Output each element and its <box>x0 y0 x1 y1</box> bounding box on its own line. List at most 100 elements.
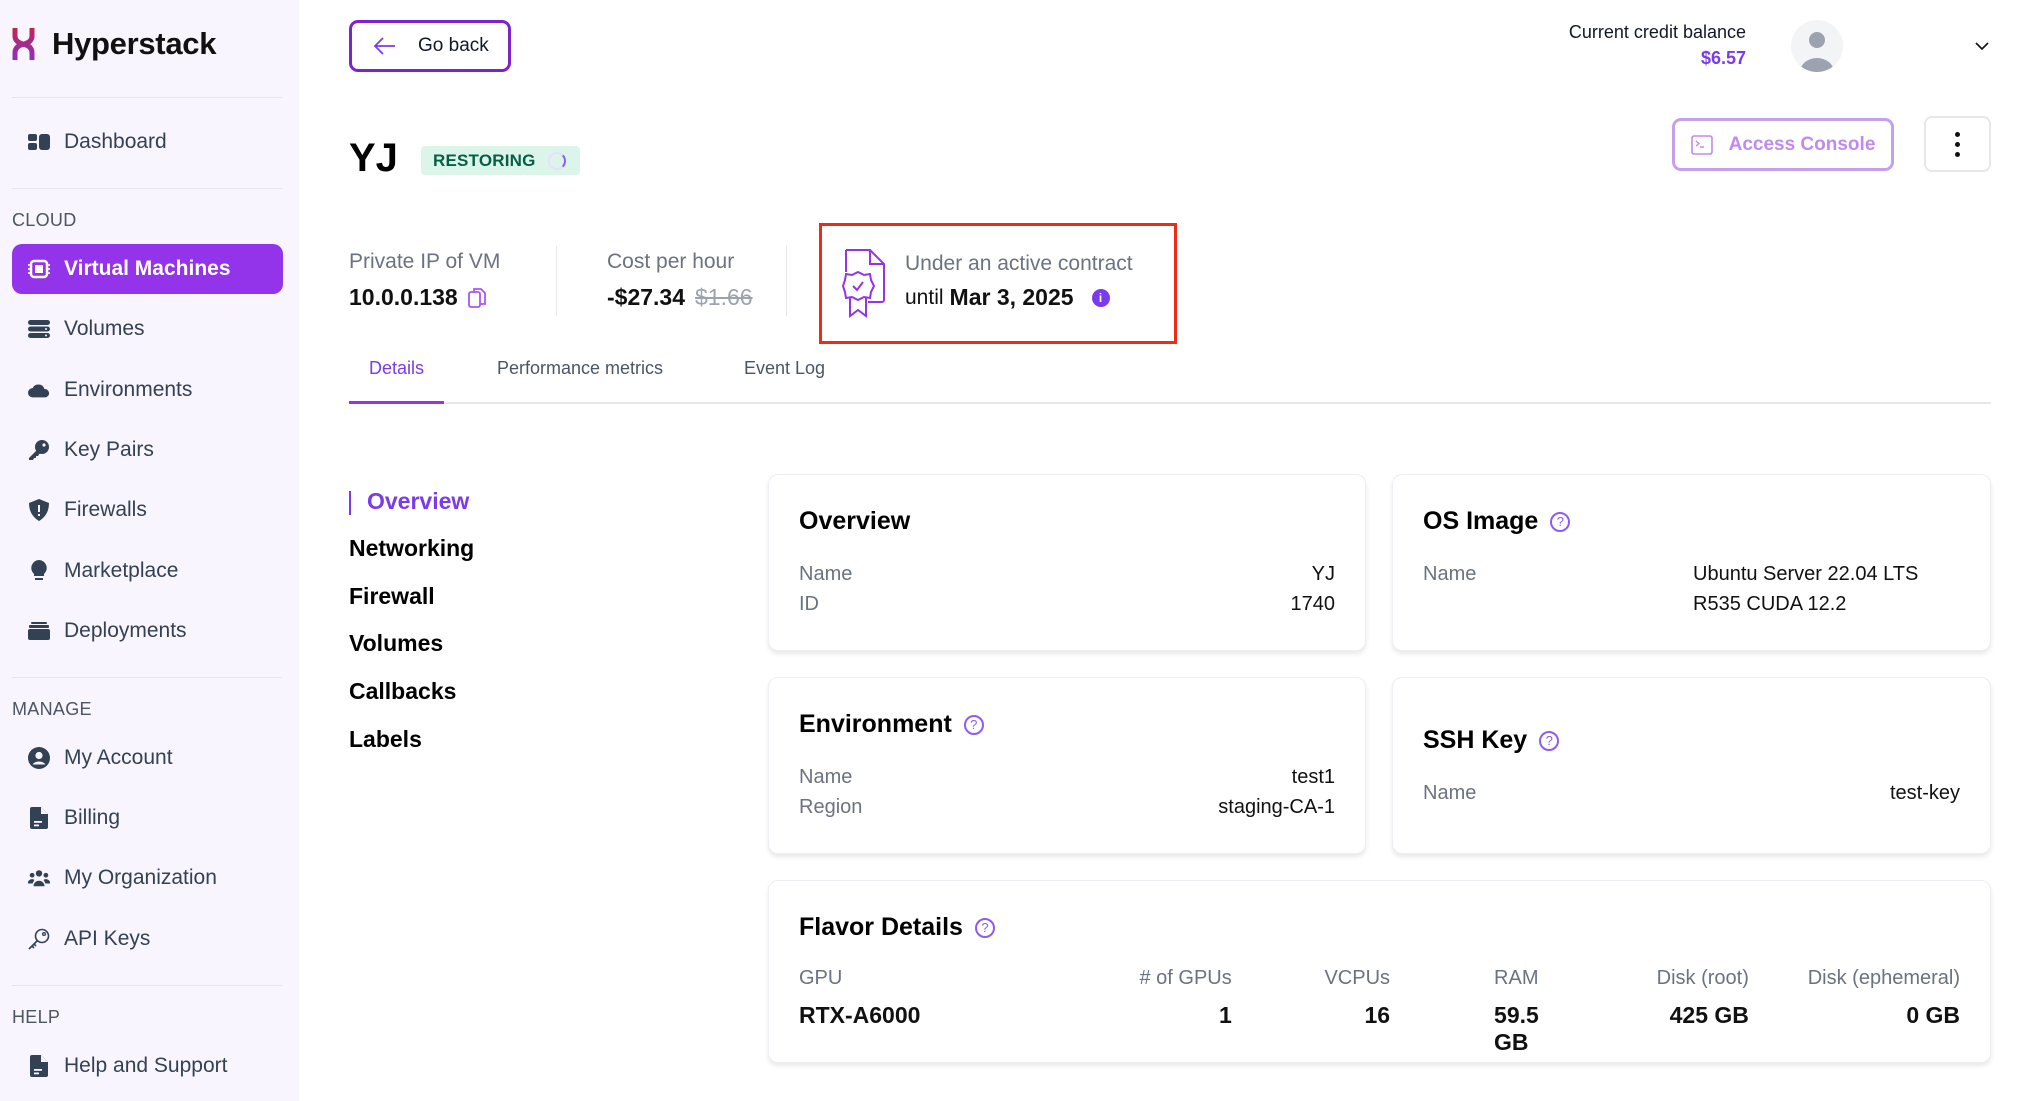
go-back-button[interactable]: Go back <box>349 20 511 72</box>
contract-until-date: Mar 3, 2025 <box>949 284 1074 310</box>
row-value: Ubuntu Server 22.04 LTS R535 CUDA 12.2 <box>1693 559 1918 619</box>
spinner-icon <box>547 151 566 170</box>
dashboard-icon <box>28 131 50 153</box>
card-title-wrap: OS Image ? <box>1423 507 1571 536</box>
os-image-name-line1: Ubuntu Server 22.04 LTS <box>1693 563 1919 585</box>
sidebar-divider <box>12 188 282 189</box>
sidebar-item-volumes[interactable]: Volumes <box>12 304 283 354</box>
section-link-firewall[interactable]: Firewall <box>349 583 435 610</box>
certificate-icon <box>842 249 885 318</box>
sidebar-item-environments[interactable]: Environments <box>12 365 283 415</box>
shield-icon <box>28 499 50 521</box>
section-link-overview[interactable]: Overview <box>349 488 469 515</box>
row-key: Name <box>799 563 853 585</box>
flavor-value: 16 <box>1364 1002 1391 1028</box>
database-icon <box>28 318 50 340</box>
row-value: test1 <box>1291 766 1335 788</box>
tab-event-log[interactable]: Event Log <box>744 358 825 401</box>
sidebar-item-label: Firewalls <box>64 498 147 521</box>
flavor-key: RAM <box>1494 967 1539 989</box>
more-options-button[interactable] <box>1924 116 1991 172</box>
flavor-details-card: Flavor Details ? GPU RTX-A6000 # of GPUs… <box>768 880 1991 1063</box>
help-circle-icon[interactable]: ? <box>1550 511 1571 532</box>
private-ip-label: Private IP of VM <box>349 250 501 273</box>
sidebar-item-label: Billing <box>64 806 121 829</box>
access-console-button[interactable]: Access Console <box>1672 118 1894 171</box>
flavor-key: Disk (root) <box>1656 967 1749 989</box>
help-circle-icon[interactable]: ? <box>1539 730 1560 751</box>
card-title: SSH Key <box>1423 726 1528 754</box>
flavor-disk-root: Disk (root) 425 GB <box>1569 967 1749 1056</box>
copy-icon[interactable] <box>467 287 486 309</box>
sidebar-item-my-account[interactable]: My Account <box>12 733 283 783</box>
sidebar-divider <box>12 97 282 98</box>
terminal-icon <box>1690 134 1713 155</box>
sidebar-item-firewalls[interactable]: Firewalls <box>12 485 283 535</box>
section-link-volumes[interactable]: Volumes <box>349 630 443 657</box>
key-icon <box>28 439 50 461</box>
card-title-wrap: SSH Key ? <box>1423 726 1560 755</box>
cost-value: -$27.34 <box>607 284 686 310</box>
section-link-callbacks[interactable]: Callbacks <box>349 678 456 705</box>
access-console-label: Access Console <box>1728 133 1876 155</box>
section-link-networking[interactable]: Networking <box>349 535 474 562</box>
cost-original-value: $1.66 <box>695 284 753 310</box>
avatar[interactable] <box>1791 20 1843 72</box>
contract-label: Under an active contract <box>905 252 1133 275</box>
contract-until: until Mar 3, 2025 i <box>905 284 1110 311</box>
chevron-down-icon[interactable] <box>1972 36 1992 56</box>
os-image-card: OS Image ? Name Ubuntu Server 22.04 LTS … <box>1392 474 1991 651</box>
flavor-ram: RAM 59.5 GB <box>1390 967 1569 1056</box>
sidebar-item-billing[interactable]: Billing <box>12 793 283 843</box>
flavor-key: # of GPUs <box>1139 967 1232 989</box>
ssh-key-card: SSH Key ? Name test-key <box>1392 677 1991 854</box>
arrow-left-icon <box>374 37 395 55</box>
sidebar-item-my-organization[interactable]: My Organization <box>12 853 283 903</box>
row-value: 1740 <box>1290 593 1336 615</box>
private-ip-value: 10.0.0.138 <box>349 284 458 310</box>
sidebar-item-label: Marketplace <box>64 559 179 582</box>
sidebar-item-api-keys[interactable]: API Keys <box>12 914 283 964</box>
credit-balance-value: $6.57 <box>1700 48 1746 68</box>
row-value: test-key <box>1889 782 1960 804</box>
sidebar-item-label: My Account <box>64 746 173 769</box>
logo[interactable]: Hyperstack <box>12 26 216 62</box>
sidebar-item-help-and-support[interactable]: Help and Support <box>12 1041 283 1091</box>
help-circle-icon[interactable]: ? <box>963 714 984 735</box>
hyperstack-logo-icon <box>12 28 35 60</box>
tab-performance-metrics[interactable]: Performance metrics <box>497 358 663 401</box>
sidebar-item-dashboard[interactable]: Dashboard <box>12 117 283 167</box>
status-badge: RESTORING <box>421 146 580 175</box>
overview-card: Overview Name YJ ID 1740 <box>768 474 1366 651</box>
tab-details[interactable]: Details <box>349 358 445 404</box>
card-title: OS Image <box>1423 507 1539 535</box>
contract-until-prefix: until <box>905 285 944 309</box>
row-key: Name <box>1423 782 1477 804</box>
sidebar-item-label: Virtual Machines <box>64 257 231 280</box>
section-link-labels[interactable]: Labels <box>349 726 422 753</box>
sidebar-divider <box>12 677 282 678</box>
overview-row-id: ID 1740 <box>799 593 1335 616</box>
flavor-value: RTX-A6000 <box>799 1002 921 1028</box>
environment-card: Environment ? Name test1 Region staging-… <box>768 677 1366 854</box>
sidebar-item-marketplace[interactable]: Marketplace <box>12 546 283 596</box>
sidebar-item-key-pairs[interactable]: Key Pairs <box>12 425 283 475</box>
flavor-value: 59.5 GB <box>1494 1002 1539 1055</box>
sidebar: Hyperstack Dashboard CLOUD Virtual Machi… <box>0 0 299 1101</box>
info-icon[interactable]: i <box>1091 288 1110 307</box>
sidebar-item-virtual-machines[interactable]: Virtual Machines <box>12 244 283 294</box>
row-key: Name <box>1423 563 1477 585</box>
user-circle-icon <box>28 747 50 769</box>
help-circle-icon[interactable]: ? <box>974 917 995 938</box>
os-image-name-line2: R535 CUDA 12.2 <box>1693 593 1847 615</box>
row-key: Name <box>799 766 853 788</box>
sidebar-item-label: Volumes <box>64 317 145 340</box>
private-ip-stat: Private IP of VM 10.0.0.138 <box>349 250 500 311</box>
os-image-row-name: Name Ubuntu Server 22.04 LTS R535 CUDA 1… <box>1423 563 1960 615</box>
stat-divider <box>786 246 787 316</box>
flavor-value: 1 <box>1218 1002 1232 1028</box>
row-key: ID <box>799 593 819 615</box>
contract-highlight: Under an active contract until Mar 3, 20… <box>819 223 1177 344</box>
sidebar-item-label: API Keys <box>64 927 151 950</box>
sidebar-item-deployments[interactable]: Deployments <box>12 606 283 656</box>
